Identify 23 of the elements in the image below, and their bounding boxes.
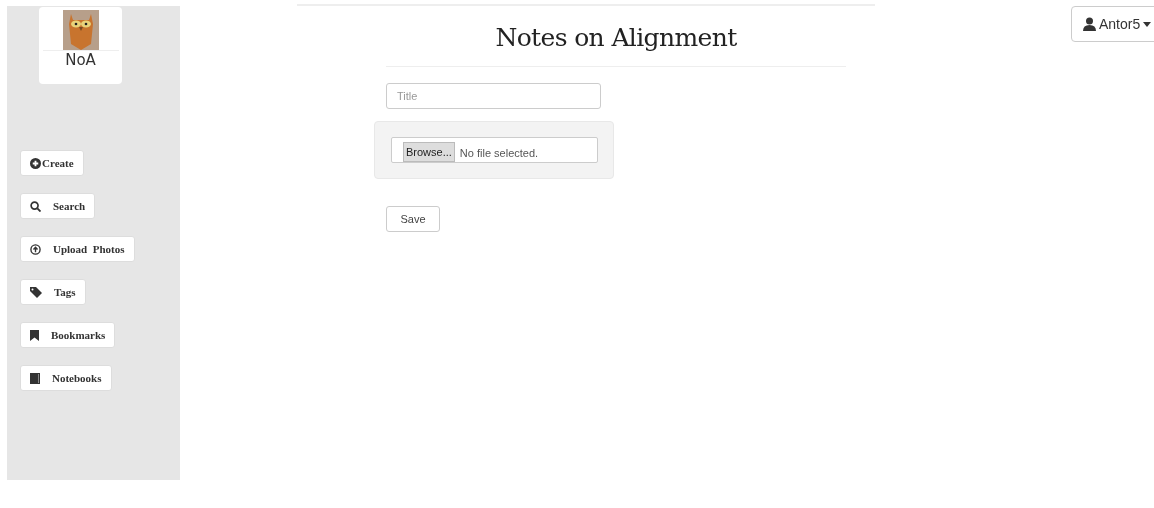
- file-status: No file selected.: [459, 146, 539, 161]
- sidebar-nav-button[interactable]: Tags: [20, 279, 86, 305]
- plus-circle-icon: [30, 157, 41, 169]
- book-icon: [30, 372, 40, 384]
- bookmark-icon: [30, 329, 39, 341]
- file-input[interactable]: Browse... No file selected.: [391, 137, 598, 163]
- title-input[interactable]: Title: [386, 83, 601, 109]
- user-menu-button[interactable]: Antor5: [1071, 6, 1154, 42]
- sidebar-nav-button[interactable]: Notebooks: [20, 365, 112, 391]
- sidebar-nav-button[interactable]: Bookmarks: [20, 322, 116, 348]
- page-title: Notes on Alignment: [494, 22, 738, 54]
- tag-icon: [30, 286, 42, 298]
- upload-circle-icon: [30, 243, 41, 255]
- sidebar-nav-button[interactable]: Upload Photos: [20, 236, 135, 262]
- save-button[interactable]: Save: [386, 206, 440, 232]
- sidebar-nav-button[interactable]: Create: [20, 150, 84, 176]
- browse-button[interactable]: Browse...: [403, 142, 455, 162]
- caret-icon: [1143, 21, 1152, 27]
- owl-icon: [60, 10, 101, 50]
- sidebar-nav-button[interactable]: Search: [20, 193, 96, 219]
- search-icon: [30, 200, 41, 212]
- user-icon: [1083, 17, 1096, 31]
- logo-text: NoA: [42, 50, 119, 69]
